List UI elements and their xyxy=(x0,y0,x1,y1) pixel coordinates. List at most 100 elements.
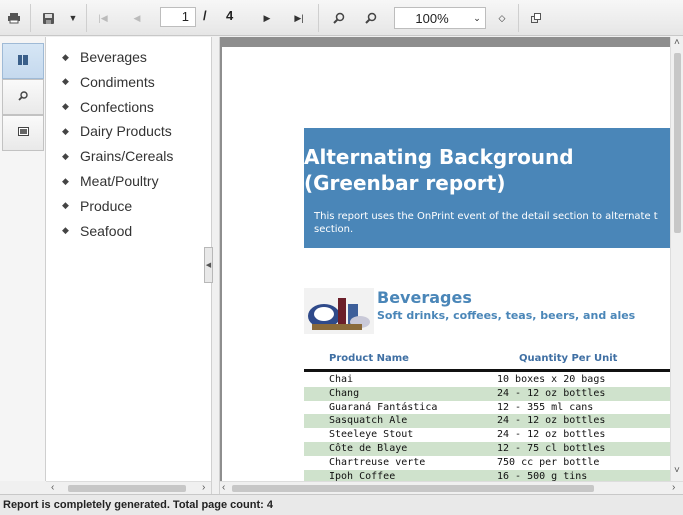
document-map-item[interactable]: ◆ Meat/Poultry xyxy=(62,171,159,191)
scroll-left-icon[interactable]: ‹ xyxy=(51,482,54,493)
zoom-value: 100% xyxy=(415,10,449,26)
tag-icon: ◆ xyxy=(62,76,69,87)
table-row: Steeleye Stout 24 - 12 oz bottles xyxy=(304,428,670,442)
column-header-product-name: Product Name xyxy=(329,353,409,364)
last-page-icon[interactable]: ▶| xyxy=(286,5,312,31)
table-row: Chang 24 - 12 oz bottles xyxy=(304,386,670,401)
category-picture xyxy=(304,288,374,334)
thumbnails-icon xyxy=(17,127,29,139)
scrollbar-thumb[interactable] xyxy=(232,485,594,492)
tag-icon: ◆ xyxy=(62,225,69,236)
scroll-down-icon[interactable]: ˅ xyxy=(674,465,680,476)
report-page: Alternating Background (Greenbar report)… xyxy=(222,47,670,481)
sidebar-tab-strip xyxy=(0,37,46,481)
full-screen-icon[interactable] xyxy=(524,5,548,31)
scrollbar-thumb[interactable] xyxy=(674,53,681,233)
document-map: ◆ Beverages ◆ Condiments ◆ Confections ◆ Dairy … xyxy=(46,37,211,481)
tab-thumbnails[interactable] xyxy=(2,115,44,151)
report-viewport[interactable]: Alternating Background (Greenbar report)… xyxy=(220,37,683,481)
toolbar: ▼ |◀ ◀ 1 / 4 ▶ ▶| 100% ⌄ ◇ xyxy=(0,0,683,36)
quantity-per-unit-cell: 16 - 500 g tins xyxy=(497,470,588,481)
category-name: Beverages xyxy=(377,288,472,307)
header-rule xyxy=(304,369,670,372)
report-description-line-2: section. xyxy=(314,224,354,235)
quantity-per-unit-cell: 24 - 12 oz bottles xyxy=(497,415,606,427)
document-map-horizontal-scrollbar[interactable]: ‹ › xyxy=(46,481,211,494)
document-map-item[interactable]: ◆ Seafood xyxy=(62,221,132,241)
status-bar: Report is completely generated. Total pa… xyxy=(0,494,683,515)
category-description: Soft drinks, coffees, teas, beers, and a… xyxy=(377,309,636,322)
chevron-down-icon: ⌄ xyxy=(473,12,481,23)
table-row: Chartreuse verte 750 cc per bottle xyxy=(304,456,670,470)
report-header-banner: Alternating Background (Greenbar report)… xyxy=(304,128,670,248)
next-page-icon[interactable]: ▶ xyxy=(254,5,280,31)
quantity-per-unit-cell: 750 cc per bottle xyxy=(497,456,600,468)
document-map-item[interactable]: ◆ Dairy Products xyxy=(62,121,172,141)
collapse-handle-icon[interactable]: ◀ xyxy=(204,247,213,283)
export-icon[interactable] xyxy=(36,5,60,31)
product-name-cell: Ipoh Coffee xyxy=(329,470,396,481)
product-name-cell: Chartreuse verte xyxy=(329,456,426,468)
report-vertical-scrollbar[interactable]: ˄ ˅ xyxy=(670,37,683,481)
scroll-right-icon[interactable]: › xyxy=(202,482,205,493)
document-map-item-label: Meat/Poultry xyxy=(80,173,159,189)
column-header-quantity-per-unit: Quantity Per Unit xyxy=(519,353,618,364)
current-page-input[interactable]: 1 xyxy=(160,7,196,27)
product-name-cell: Guaraná Fantástica xyxy=(329,401,438,413)
document-map-item-label: Produce xyxy=(80,197,133,214)
scroll-up-icon[interactable]: ˄ xyxy=(674,37,680,48)
fit-icon[interactable]: ◇ xyxy=(490,5,514,31)
toolbar-separator xyxy=(86,4,87,32)
document-map-item[interactable]: ◆ Produce xyxy=(62,196,132,216)
document-map-item[interactable]: ◆ Confections xyxy=(62,97,154,117)
toolbar-separator xyxy=(30,4,31,32)
tag-icon: ◆ xyxy=(62,175,69,186)
document-map-item[interactable]: ◆ Beverages xyxy=(62,47,147,67)
document-map-icon xyxy=(18,54,28,68)
document-map-item-label: Condiments xyxy=(80,73,155,90)
report-horizontal-scrollbar[interactable]: ‹ › xyxy=(220,481,683,494)
zoom-out-icon[interactable] xyxy=(358,5,384,31)
tag-icon: ◆ xyxy=(62,200,69,211)
report-viewer-app: ▼ |◀ ◀ 1 / 4 ▶ ▶| 100% ⌄ ◇ ◆ Beverages ◆… xyxy=(0,0,683,515)
product-rows: Chai 10 boxes x 20 bags Chang 24 - 12 oz bo… xyxy=(304,373,670,481)
document-map-item[interactable]: ◆ Condiments xyxy=(62,72,155,92)
zoom-in-icon[interactable] xyxy=(326,5,352,31)
document-map-item-label: Seafood xyxy=(80,222,133,239)
report-description-line-1: This report uses the OnPrint event of th… xyxy=(314,211,658,222)
product-name-cell: Steeleye Stout xyxy=(329,429,414,441)
export-dropdown-icon[interactable]: ▼ xyxy=(62,5,84,31)
toolbar-separator xyxy=(518,4,519,32)
quantity-per-unit-cell: 24 - 12 oz bottles xyxy=(497,429,606,441)
document-map-item-label: Confections xyxy=(80,98,154,115)
quantity-per-unit-cell: 12 - 75 cl bottles xyxy=(497,442,606,454)
quantity-per-unit-cell: 10 boxes x 20 bags xyxy=(497,374,606,385)
document-map-item[interactable]: ◆ Grains/Cereals xyxy=(62,146,173,166)
document-map-item-label: Beverages xyxy=(80,49,147,65)
scroll-left-icon[interactable]: ‹ xyxy=(222,482,225,493)
report-title: Alternating Background (Greenbar report) xyxy=(304,144,604,196)
search-icon xyxy=(18,90,28,104)
quantity-per-unit-cell: 24 - 12 oz bottles xyxy=(497,387,606,399)
print-icon[interactable] xyxy=(2,5,26,31)
report-description: This report uses the OnPrint event of th… xyxy=(314,210,670,236)
report-title-line-2: (Greenbar report) xyxy=(304,171,506,195)
product-name-cell: Sasquatch Ale xyxy=(329,415,408,427)
first-page-icon[interactable]: |◀ xyxy=(90,5,116,31)
product-name-cell: Chang xyxy=(329,387,360,399)
tab-search[interactable] xyxy=(2,79,44,115)
previous-page-icon[interactable]: ◀ xyxy=(124,5,150,31)
document-map-item-label: Grains/Cereals xyxy=(80,148,174,165)
toolbar-separator xyxy=(318,4,319,32)
tag-icon: ◆ xyxy=(62,125,69,136)
table-row: Guaraná Fantástica 12 - 355 ml cans xyxy=(304,401,670,415)
total-pages: 4 xyxy=(226,8,234,23)
tab-document-map[interactable] xyxy=(2,43,44,79)
table-row: Chai 10 boxes x 20 bags xyxy=(304,373,670,387)
zoom-select[interactable]: 100% ⌄ xyxy=(394,7,486,29)
table-row: Sasquatch Ale 24 - 12 oz bottles xyxy=(304,414,670,429)
page-separator: / xyxy=(203,8,207,23)
table-row: Côte de Blaye 12 - 75 cl bottles xyxy=(304,441,670,456)
scrollbar-thumb[interactable] xyxy=(68,485,186,492)
scroll-right-icon[interactable]: › xyxy=(672,482,675,493)
